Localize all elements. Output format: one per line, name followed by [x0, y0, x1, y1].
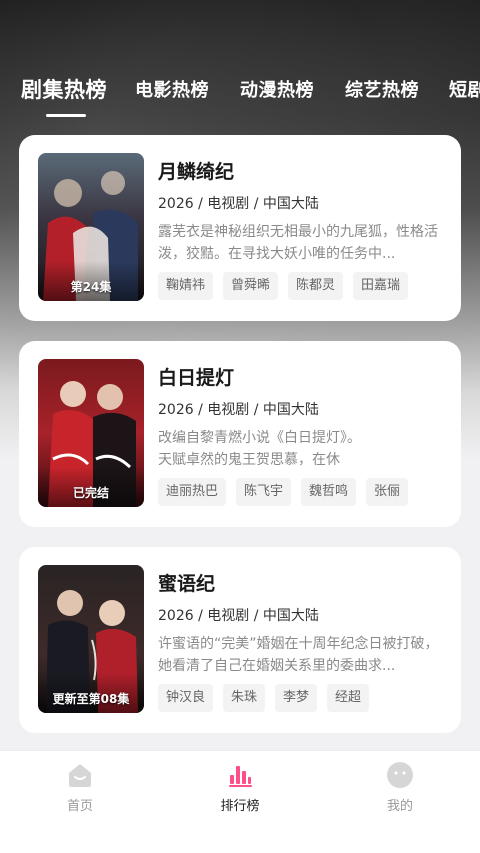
episode-badge: 已完结 [72, 486, 109, 500]
cast-chip[interactable]: 陈飞宇 [236, 478, 292, 506]
cast-list: 鞠婧祎 曾舜晞 陈都灵 田嘉瑞 [158, 272, 418, 300]
ranking-card[interactable]: 已完结 白日提灯 2026 / 电视剧 / 中国大陆 改编自黎青燃小说《白日提灯… [19, 341, 461, 527]
cast-chip[interactable]: 鞠婧祎 [158, 272, 214, 300]
profile-icon [387, 762, 413, 788]
episode-badge: 第24集 [70, 280, 112, 294]
cast-chip[interactable]: 李梦 [275, 684, 318, 712]
cast-chip[interactable]: 魏哲鸣 [301, 478, 357, 506]
show-title[interactable]: 月鳞绮纪 [158, 157, 234, 184]
show-meta: 2026 / 电视剧 / 中国大陆 [158, 196, 319, 212]
cast-list: 钟汉良 朱珠 李梦 经超 [158, 684, 379, 712]
show-description: 许蜜语的“完美”婚姻在十周年纪念日被打破，她看清了自己在婚姻关系里的委曲求... [158, 636, 439, 674]
poster-image[interactable]: 第24集 [38, 153, 144, 301]
cast-list: 迪丽热巴 陈飞宇 魏哲鸣 张俪 [158, 478, 418, 506]
poster-image[interactable]: 已完结 [38, 359, 144, 507]
ranking-card[interactable]: 更新至第08集 蜜语纪 2026 / 电视剧 / 中国大陆 许蜜语的“完美”婚姻… [19, 547, 461, 733]
nav-profile-label: 我的 [386, 799, 413, 814]
tab-anime-ranking[interactable]: 动漫热榜 [240, 76, 314, 102]
bottom-navigation: 首页 排行榜 我的 [0, 750, 480, 853]
cast-chip[interactable]: 陈都灵 [288, 272, 344, 300]
active-tab-indicator [46, 114, 86, 117]
cast-chip[interactable]: 迪丽热巴 [158, 478, 227, 506]
home-icon [69, 764, 91, 787]
show-meta: 2026 / 电视剧 / 中国大陆 [158, 608, 319, 624]
nav-home[interactable]: 首页 [40, 761, 120, 814]
cast-chip[interactable]: 经超 [327, 684, 370, 712]
tab-movie-ranking[interactable]: 电影热榜 [135, 76, 209, 102]
cast-chip[interactable]: 曾舜晞 [223, 272, 279, 300]
nav-home-label: 首页 [66, 799, 93, 814]
nav-ranking[interactable]: 排行榜 [200, 761, 280, 814]
cast-chip[interactable]: 田嘉瑞 [353, 272, 409, 300]
ranking-icon [229, 766, 252, 787]
cast-chip[interactable]: 张俪 [366, 478, 409, 506]
cast-chip[interactable]: 朱珠 [223, 684, 266, 712]
nav-profile[interactable]: 我的 [360, 761, 440, 814]
poster-image[interactable]: 更新至第08集 [38, 565, 144, 713]
ranking-card[interactable]: 第24集 月鳞绮纪 2026 / 电视剧 / 中国大陆 露芜衣是神秘组织无相最小… [19, 135, 461, 321]
show-meta: 2026 / 电视剧 / 中国大陆 [158, 402, 319, 418]
show-description: 改编自黎青燃小说《白日提灯》。 天赋卓然的鬼王贺思慕，在休 [158, 430, 361, 468]
tab-short-drama-ranking[interactable]: 短剧 [449, 76, 480, 102]
show-title[interactable]: 蜜语纪 [158, 569, 215, 596]
show-title[interactable]: 白日提灯 [158, 363, 234, 390]
category-tabs: 剧集热榜 电影热榜 动漫热榜 综艺热榜 短剧 [0, 70, 480, 120]
episode-badge: 更新至第08集 [52, 692, 130, 706]
tab-drama-ranking[interactable]: 剧集热榜 [21, 74, 107, 104]
show-description: 露芜衣是神秘组织无相最小的九尾狐，性格活泼，狡黠。在寻找大妖小唯的任务中... [158, 224, 438, 262]
tab-variety-ranking[interactable]: 综艺热榜 [345, 76, 419, 102]
cast-chip[interactable]: 钟汉良 [158, 684, 214, 712]
nav-ranking-label: 排行榜 [220, 799, 260, 814]
